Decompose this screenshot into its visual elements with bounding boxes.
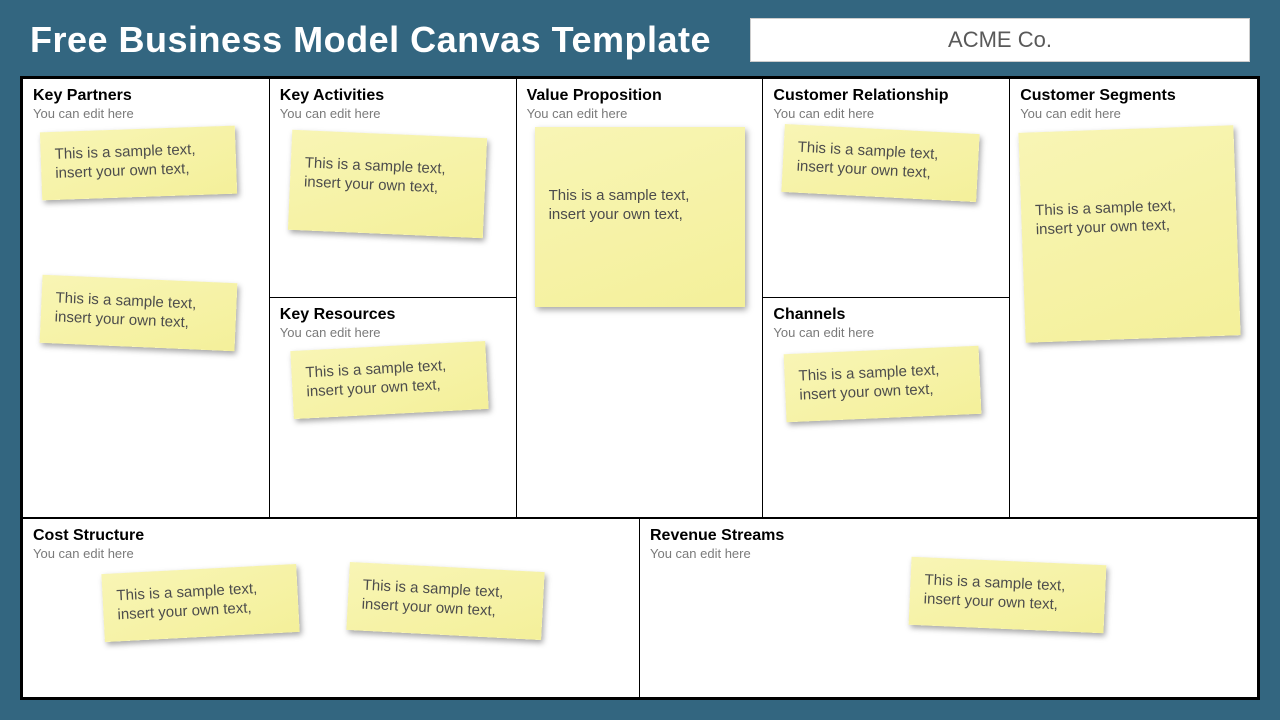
section-title: Cost Structure [33,527,629,545]
section-customer-segments[interactable]: Customer Segments You can edit here This… [1010,79,1257,517]
note-text: This is a sample text, [549,187,733,206]
sticky-note[interactable]: This is a sample text, insert your own t… [288,130,487,238]
sticky-note[interactable]: This is a sample text, insert your own t… [782,124,980,202]
section-subtitle[interactable]: You can edit here [33,106,259,121]
section-subtitle[interactable]: You can edit here [773,106,999,121]
bottom-grid: Cost Structure You can edit here This is… [23,517,1257,697]
company-name-box[interactable]: ACME Co. [750,18,1250,62]
sticky-note[interactable]: This is a sample text, insert your own t… [290,341,488,419]
section-customer-relationship[interactable]: Customer Relationship You can edit here … [763,79,1010,298]
section-subtitle[interactable]: You can edit here [1020,106,1247,121]
section-subtitle[interactable]: You can edit here [773,325,999,340]
section-value-proposition[interactable]: Value Proposition You can edit here This… [517,79,764,517]
section-subtitle[interactable]: You can edit here [527,106,753,121]
sticky-note[interactable]: This is a sample text, insert your own t… [909,557,1107,633]
sticky-note[interactable]: This is a sample text, insert your own t… [1019,125,1241,342]
section-title: Value Proposition [527,87,753,105]
section-title: Key Resources [280,306,506,324]
section-title: Channels [773,306,999,324]
sticky-note[interactable]: This is a sample text, insert your own t… [535,127,745,307]
sticky-note[interactable]: This is a sample text, insert your own t… [101,564,299,642]
section-title: Key Partners [33,87,259,105]
canvas-wrapper: Key Partners You can edit here This is a… [0,76,1280,720]
top-grid: Key Partners You can edit here This is a… [23,79,1257,517]
note-text: insert your own text, [549,206,733,225]
header: Free Business Model Canvas Template ACME… [0,0,1280,76]
section-title: Revenue Streams [650,527,1247,545]
section-subtitle[interactable]: You can edit here [280,106,506,121]
sticky-note[interactable]: This is a sample text, insert your own t… [40,275,238,351]
section-key-resources[interactable]: Key Resources You can edit here This is … [270,298,517,517]
section-key-activities[interactable]: Key Activities You can edit here This is… [270,79,517,298]
section-title: Customer Segments [1020,87,1247,105]
section-subtitle[interactable]: You can edit here [280,325,506,340]
section-title: Key Activities [280,87,506,105]
sticky-note[interactable]: This is a sample text, insert your own t… [40,126,237,200]
section-subtitle[interactable]: You can edit here [33,546,629,561]
sticky-note[interactable]: This is a sample text, insert your own t… [784,346,982,422]
sticky-note[interactable]: This is a sample text, insert your own t… [346,562,544,640]
business-model-canvas: Key Partners You can edit here This is a… [20,76,1260,700]
section-key-partners[interactable]: Key Partners You can edit here This is a… [23,79,270,517]
section-channels[interactable]: Channels You can edit here This is a sam… [763,298,1010,517]
section-cost-structure[interactable]: Cost Structure You can edit here This is… [23,519,640,697]
section-title: Customer Relationship [773,87,999,105]
section-revenue-streams[interactable]: Revenue Streams You can edit here This i… [640,519,1257,697]
page-title: Free Business Model Canvas Template [30,19,711,61]
